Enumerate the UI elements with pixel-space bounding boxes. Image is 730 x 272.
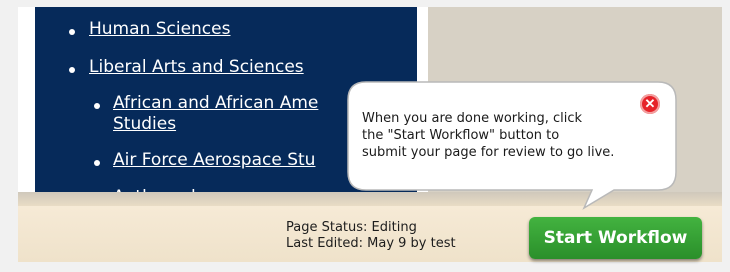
workflow-footer: Page Status: Editing Last Edited: May 9 … <box>18 206 722 262</box>
bullet-icon <box>94 103 100 109</box>
bullet-icon <box>69 29 75 35</box>
nav-item-human-sciences[interactable]: Human Sciences <box>69 19 230 39</box>
tooltip-line-3: submit your page for review to go live. <box>362 145 615 160</box>
page-status-block: Page Status: Editing Last Edited: May 9 … <box>286 220 456 252</box>
workflow-tooltip: When you are done working, click the "St… <box>346 80 681 214</box>
start-workflow-button[interactable]: Start Workflow <box>529 217 702 259</box>
nav-item-label[interactable]: African and African Ame <box>113 93 318 113</box>
bullet-icon <box>69 67 75 73</box>
page-status-text: Page Status: Editing <box>286 220 417 235</box>
nav-item-liberal-arts[interactable]: Liberal Arts and Sciences <box>69 57 304 77</box>
nav-item-label[interactable]: Human Sciences <box>89 19 230 39</box>
last-edited-text: Last Edited: May 9 by test <box>286 236 456 251</box>
tooltip-message: When you are done working, click the "St… <box>362 110 662 161</box>
tooltip-line-1: When you are done working, click <box>362 111 583 126</box>
close-icon[interactable]: ✕ <box>640 94 660 114</box>
nav-item-label[interactable]: Liberal Arts and Sciences <box>89 57 304 77</box>
tooltip-line-2: the "Start Workflow" button to <box>362 128 560 143</box>
nav-subitem-african-american-studies[interactable]: African and African Ame <box>94 93 318 113</box>
nav-item-label[interactable]: Air Force Aerospace Stu <box>113 150 315 170</box>
nav-item-label-line2[interactable]: Studies <box>113 114 176 134</box>
bullet-icon <box>94 160 100 166</box>
nav-subitem-african-american-studies-line2[interactable]: Studies <box>113 114 176 134</box>
nav-subitem-air-force-aerospace[interactable]: Air Force Aerospace Stu <box>94 150 315 170</box>
